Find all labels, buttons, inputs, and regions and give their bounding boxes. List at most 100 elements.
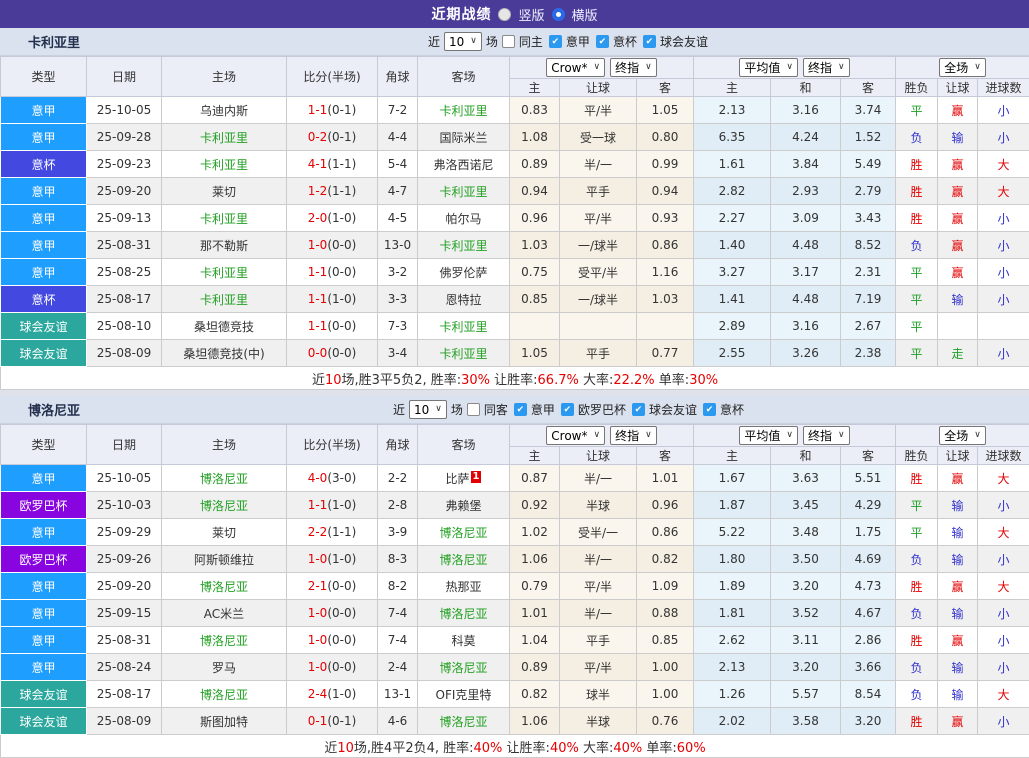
- half-score: (0-0): [327, 319, 356, 333]
- result-goals: 大: [978, 178, 1029, 205]
- avg-home-odds: 2.13: [694, 654, 771, 681]
- avg-home-odds: 1.80: [694, 546, 771, 573]
- corner-score: 8-3: [378, 546, 418, 573]
- avg-away-odds: 1.75: [841, 519, 896, 546]
- match-rows: 意甲 25-10-05 博洛尼亚 4-0(3-0) 2-2 比萨1 0.87 半…: [1, 465, 1029, 735]
- away-team-cell: 博洛尼亚: [418, 654, 510, 681]
- avg-draw-odds: 5.57: [771, 681, 841, 708]
- result-outcome: 胜: [896, 151, 938, 178]
- recent-count-select[interactable]: 10∨: [444, 32, 482, 51]
- competition-badge: 意甲: [1, 97, 87, 124]
- competition-badge: 意甲: [1, 627, 87, 654]
- away-team-name: 恩特拉: [445, 293, 481, 307]
- away-team-cell: OFI克里特: [418, 681, 510, 708]
- handicap-odds-away: 0.82: [637, 546, 694, 573]
- result-handicap: 赢: [938, 627, 978, 654]
- handicap-odds-away: 0.93: [637, 205, 694, 232]
- handicap-odds-home: 0.89: [510, 654, 560, 681]
- half-score: (0-0): [327, 579, 356, 593]
- away-team-name: 卡利亚里: [439, 185, 487, 199]
- average-select[interactable]: 平均值∨: [739, 58, 798, 77]
- home-team-name: 卡利亚里: [200, 158, 248, 172]
- score-cell: 1-0(1-0): [287, 546, 378, 573]
- same-venue-checkbox[interactable]: [467, 403, 480, 416]
- away-team-cell: 博洛尼亚: [418, 708, 510, 735]
- match-rows: 意甲 25-10-05 乌迪内斯 1-1(0-1) 7-2 卡利亚里 0.83 …: [1, 97, 1029, 367]
- match-date: 25-09-29: [87, 519, 162, 546]
- subcol-handicap-result: 让球: [938, 447, 978, 465]
- avg-home-odds: 1.89: [694, 573, 771, 600]
- match-row: 球会友谊 25-08-09 斯图加特 0-1(0-1) 4-6 博洛尼亚 1.0…: [1, 708, 1029, 735]
- col-type: 类型: [1, 57, 87, 97]
- average-stage-select[interactable]: 终指∨: [803, 426, 850, 445]
- half-score: (0-1): [327, 130, 356, 144]
- full-score: 1-0: [308, 606, 328, 620]
- score-cell: 1-1(1-0): [287, 286, 378, 313]
- match-date: 25-08-17: [87, 286, 162, 313]
- chevron-down-icon: ∨: [435, 405, 442, 414]
- home-team-cell: 斯图加特: [162, 708, 287, 735]
- score-cell: 1-0(0-0): [287, 627, 378, 654]
- scope-select[interactable]: 全场∨: [939, 58, 986, 77]
- league-checkbox-1[interactable]: ✔: [596, 35, 609, 48]
- chevron-down-icon: ∨: [786, 431, 793, 440]
- summary-handicap-rate: 40%: [550, 741, 579, 756]
- result-handicap: 输: [938, 546, 978, 573]
- avg-draw-odds: 3.11: [771, 627, 841, 654]
- competition-badge: 意甲: [1, 573, 87, 600]
- league-checkbox-3[interactable]: ✔: [703, 403, 716, 416]
- recent-count-select[interactable]: 10∨: [409, 400, 447, 419]
- stage-select[interactable]: 终指∨: [610, 426, 657, 445]
- avg-away-odds: 3.20: [841, 708, 896, 735]
- league-checkbox-2[interactable]: ✔: [643, 35, 656, 48]
- home-team-cell: 莱切: [162, 178, 287, 205]
- handicap-odds-away: 0.88: [637, 600, 694, 627]
- handicap-line: 平手: [560, 627, 637, 654]
- match-row: 意甲 25-08-25 卡利亚里 1-1(0-0) 3-2 佛罗伦萨 0.75 …: [1, 259, 1029, 286]
- col-home: 主场: [162, 425, 287, 465]
- horizontal-layout-radio[interactable]: [552, 8, 565, 21]
- handicap-odds-home: 0.83: [510, 97, 560, 124]
- avg-draw-odds: 3.09: [771, 205, 841, 232]
- match-date: 25-08-09: [87, 708, 162, 735]
- chevron-down-icon: ∨: [786, 63, 793, 72]
- vertical-layout-radio[interactable]: [498, 8, 511, 21]
- avg-draw-odds: 4.48: [771, 286, 841, 313]
- average-stage-select[interactable]: 终指∨: [803, 58, 850, 77]
- scope-group-header: 全场∨: [896, 425, 1029, 447]
- half-score: (1-1): [327, 184, 356, 198]
- league-checkbox-2[interactable]: ✔: [632, 403, 645, 416]
- league-label-2: 球会友谊: [660, 33, 708, 50]
- result-outcome: 胜: [896, 708, 938, 735]
- match-date: 25-08-24: [87, 654, 162, 681]
- league-checkbox-0[interactable]: ✔: [514, 403, 527, 416]
- match-date: 25-08-31: [87, 232, 162, 259]
- bookmaker-select[interactable]: Crow*∨: [546, 426, 605, 445]
- handicap-odds-home: 1.05: [510, 340, 560, 367]
- vertical-layout-label[interactable]: 竖版: [518, 5, 544, 24]
- corner-score: 2-8: [378, 492, 418, 519]
- home-team-name: 莱切: [212, 185, 236, 199]
- league-checkbox-0[interactable]: ✔: [549, 35, 562, 48]
- stage-select[interactable]: 终指∨: [610, 58, 657, 77]
- corner-score: 3-4: [378, 340, 418, 367]
- avg-away-odds: 5.51: [841, 465, 896, 492]
- average-select[interactable]: 平均值∨: [739, 426, 798, 445]
- league-checkbox-1[interactable]: ✔: [561, 403, 574, 416]
- scope-select[interactable]: 全场∨: [939, 426, 986, 445]
- score-cell: 1-1(1-0): [287, 492, 378, 519]
- horizontal-layout-label[interactable]: 横版: [572, 5, 598, 24]
- away-team-name: 帕尔马: [445, 212, 481, 226]
- corner-score: 4-4: [378, 124, 418, 151]
- match-date: 25-10-05: [87, 465, 162, 492]
- half-score: (1-1): [327, 157, 356, 171]
- handicap-odds-home: 0.94: [510, 178, 560, 205]
- full-score: 0-1: [308, 714, 328, 728]
- away-team-name: 国际米兰: [439, 131, 487, 145]
- same-venue-checkbox[interactable]: [502, 35, 515, 48]
- away-team-cell: 弗赖堡: [418, 492, 510, 519]
- bookmaker-select[interactable]: Crow*∨: [546, 58, 605, 77]
- avg-away-odds: 4.29: [841, 492, 896, 519]
- result-goals: 小: [978, 492, 1029, 519]
- result-goals: 小: [978, 205, 1029, 232]
